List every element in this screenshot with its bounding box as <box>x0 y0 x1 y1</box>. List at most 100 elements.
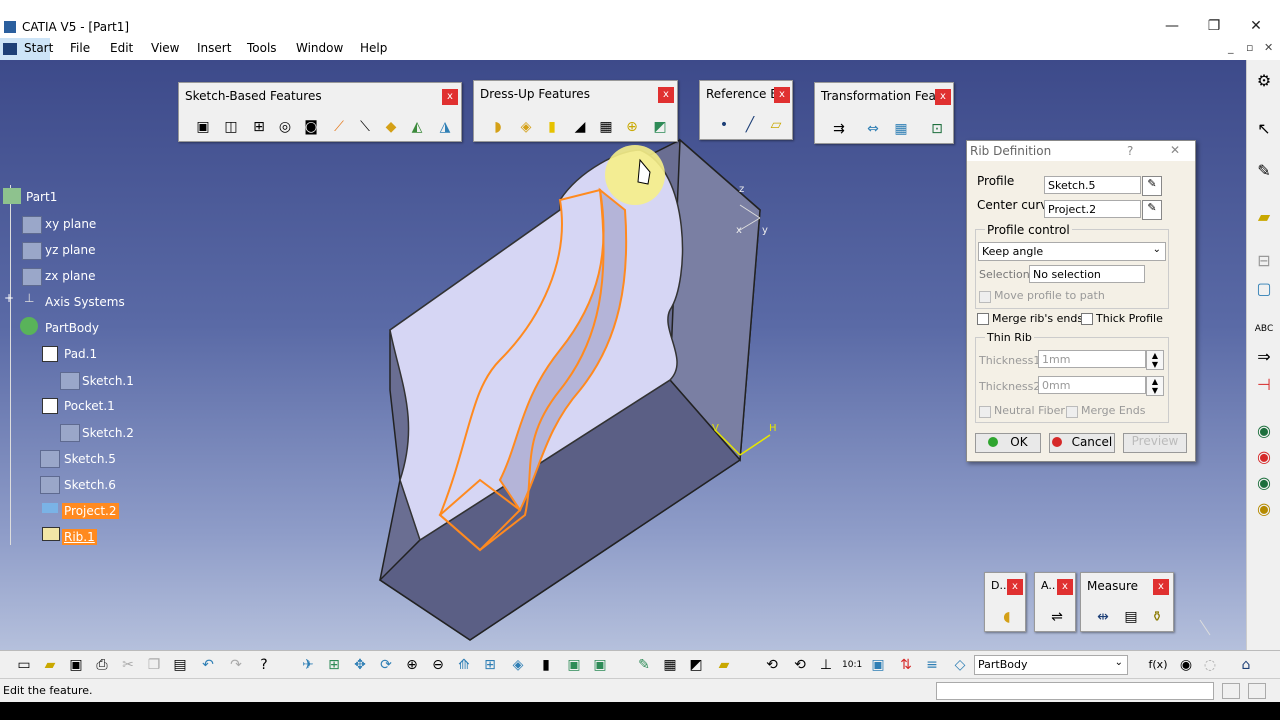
hole-tool-icon[interactable]: ◙ <box>301 117 321 137</box>
menu-tools[interactable]: Tools <box>247 41 277 55</box>
analysis-icon-2[interactable]: ◉ <box>1253 446 1275 468</box>
command-input[interactable] <box>936 682 1214 700</box>
define-work-object-icon[interactable]: ◇ <box>950 655 970 675</box>
center-curve-field[interactable]: Project.2 <box>1044 200 1141 218</box>
tree-sketch6[interactable]: Sketch.6 <box>64 478 116 492</box>
measure-item-icon[interactable]: ▤ <box>1121 607 1141 627</box>
preview-button[interactable]: Preview <box>1123 433 1187 453</box>
edit-sketch-icon[interactable]: ✎ <box>1142 176 1162 196</box>
analysis-icon-4[interactable]: ◉ <box>1253 498 1275 520</box>
draft-icon[interactable]: ▮ <box>542 117 562 137</box>
translation-icon[interactable]: ⇉ <box>829 119 849 139</box>
cut-icon[interactable]: ✂ <box>118 655 138 675</box>
annotation-icon[interactable]: ⇌ <box>1047 607 1067 627</box>
formula-icon[interactable]: f(x) <box>1148 655 1168 675</box>
copy-icon[interactable]: ❐ <box>144 655 164 675</box>
pad-tool-icon[interactable]: ▣ <box>193 117 213 137</box>
shell-icon[interactable]: ◢ <box>570 117 590 137</box>
fit-all-icon[interactable]: ⊞ <box>324 655 344 675</box>
restore-button[interactable]: ❐ <box>1194 18 1234 36</box>
profile-field[interactable]: Sketch.5 <box>1044 176 1141 194</box>
axis-icon[interactable]: ⊥ <box>816 655 836 675</box>
help-icon[interactable]: ? <box>1127 144 1133 158</box>
tree-pad1[interactable]: Pad.1 <box>64 347 97 361</box>
tree-project2[interactable]: Project.2 <box>62 503 119 519</box>
line-icon[interactable]: ╱ <box>740 115 760 135</box>
toolbar-close-button[interactable]: x <box>442 89 458 105</box>
fly-icon[interactable]: ✈ <box>298 655 318 675</box>
print-icon[interactable]: ⎙ <box>92 655 112 675</box>
remove-loft-tool-icon[interactable]: ◮ <box>435 117 455 137</box>
bulb-icon[interactable]: ◌ <box>1200 655 1220 675</box>
toolbar-close-button[interactable]: x <box>935 89 951 105</box>
status-icon-2[interactable] <box>1248 683 1266 699</box>
pocket-tool-icon[interactable]: ◫ <box>221 117 241 137</box>
arrow-icon[interactable]: ⇒ <box>1253 346 1275 368</box>
swap-space-icon[interactable]: ▣ <box>590 655 610 675</box>
boolean-icon[interactable]: ▣ <box>868 655 888 675</box>
paste-icon[interactable]: ▤ <box>170 655 190 675</box>
hide-show-icon[interactable]: ▣ <box>564 655 584 675</box>
gear-icon[interactable]: ⚙ <box>1253 70 1275 92</box>
analysis-icon-3[interactable]: ◉ <box>1253 472 1275 494</box>
doc-restore-icon[interactable]: ▫ <box>1246 41 1253 54</box>
whats-this-icon[interactable]: ? <box>254 655 274 675</box>
tree-pocket1[interactable]: Pocket.1 <box>64 399 115 413</box>
close-button[interactable]: ✕ <box>1236 18 1276 36</box>
menu-edit[interactable]: Edit <box>110 41 133 55</box>
toolbar-close-button[interactable]: x <box>1057 579 1073 595</box>
pan-icon[interactable]: ✥ <box>350 655 370 675</box>
tools-icon-2[interactable]: ▦ <box>660 655 680 675</box>
measure-between-icon[interactable]: ⇹ <box>1093 607 1113 627</box>
doc-close-icon[interactable]: ✕ <box>1264 41 1273 54</box>
tree-xy-plane[interactable]: xy plane <box>45 217 96 231</box>
undo-icon[interactable]: ↶ <box>198 655 218 675</box>
zoom-out-icon[interactable]: ⊖ <box>428 655 448 675</box>
redo-icon[interactable]: ↷ <box>226 655 246 675</box>
render-style-icon[interactable]: ▮ <box>536 655 556 675</box>
pattern-icon[interactable]: ▦ <box>891 119 911 139</box>
thickness1-spinner[interactable]: ▲ ▼ <box>1146 350 1164 370</box>
doc-minimize-icon[interactable]: _ <box>1228 41 1234 54</box>
new-icon[interactable]: ▭ <box>14 655 34 675</box>
edit-curve-icon[interactable]: ✎ <box>1142 200 1162 220</box>
groove-tool-icon[interactable]: ◎ <box>275 117 295 137</box>
iso-view-icon[interactable]: ◈ <box>508 655 528 675</box>
rotate-icon[interactable]: ⟳ <box>376 655 396 675</box>
multi-view-icon[interactable]: ⊞ <box>480 655 500 675</box>
menu-help[interactable]: Help <box>360 41 387 55</box>
cancel-button[interactable]: Cancel <box>1049 433 1115 453</box>
merge-ends2-checkbox[interactable] <box>1066 406 1078 418</box>
stiffener-tool-icon[interactable]: ◆ <box>381 117 401 137</box>
menu-insert[interactable]: Insert <box>197 41 231 55</box>
plane-tool-icon[interactable]: ▱ <box>766 115 786 135</box>
update-all-icon[interactable]: ⟲ <box>790 655 810 675</box>
body-select[interactable]: PartBody ⌄ <box>974 655 1128 675</box>
tree-sketch2[interactable]: Sketch.2 <box>82 426 134 440</box>
thickness2-spinner[interactable]: ▲ ▼ <box>1146 376 1164 396</box>
loft-tool-icon[interactable]: ◭ <box>407 117 427 137</box>
status-icon-1[interactable] <box>1222 683 1240 699</box>
box-icon[interactable]: ▢ <box>1253 278 1275 300</box>
toolbar-close-button[interactable]: x <box>1153 579 1169 595</box>
reorder-icon[interactable]: ⇅ <box>896 655 916 675</box>
sketcher-icon[interactable]: ✎ <box>1253 160 1275 182</box>
shaft-tool-icon[interactable]: ⊞ <box>249 117 269 137</box>
tree-yz-plane[interactable]: yz plane <box>45 243 96 257</box>
tools-icon-3[interactable]: ◩ <box>686 655 706 675</box>
3d-viewport[interactable]: z x y V H Part1 xy plane yz plane zx pla… <box>0 60 1246 650</box>
tree-sketch1[interactable]: Sketch.1 <box>82 374 134 388</box>
tools-icon-4[interactable]: ▰ <box>714 655 734 675</box>
merge-ends-checkbox[interactable] <box>977 313 989 325</box>
measure-inertia-icon[interactable]: ⚱ <box>1147 607 1167 627</box>
thickness2-field[interactable]: 0mm <box>1038 376 1146 394</box>
edge-fillet-icon[interactable]: ◗ <box>488 117 508 137</box>
toolbar-close-button[interactable]: x <box>658 87 674 103</box>
list-icon[interactable]: ≡ <box>922 655 942 675</box>
split-icon[interactable]: ⊟ <box>1253 250 1275 272</box>
thread-icon[interactable]: ⊕ <box>622 117 642 137</box>
profile-control-select[interactable]: Keep angle ⌄ <box>978 242 1166 261</box>
thickness-icon[interactable]: ▦ <box>596 117 616 137</box>
tree-zx-plane[interactable]: zx plane <box>45 269 96 283</box>
tree-part1[interactable]: Part1 <box>26 190 57 204</box>
